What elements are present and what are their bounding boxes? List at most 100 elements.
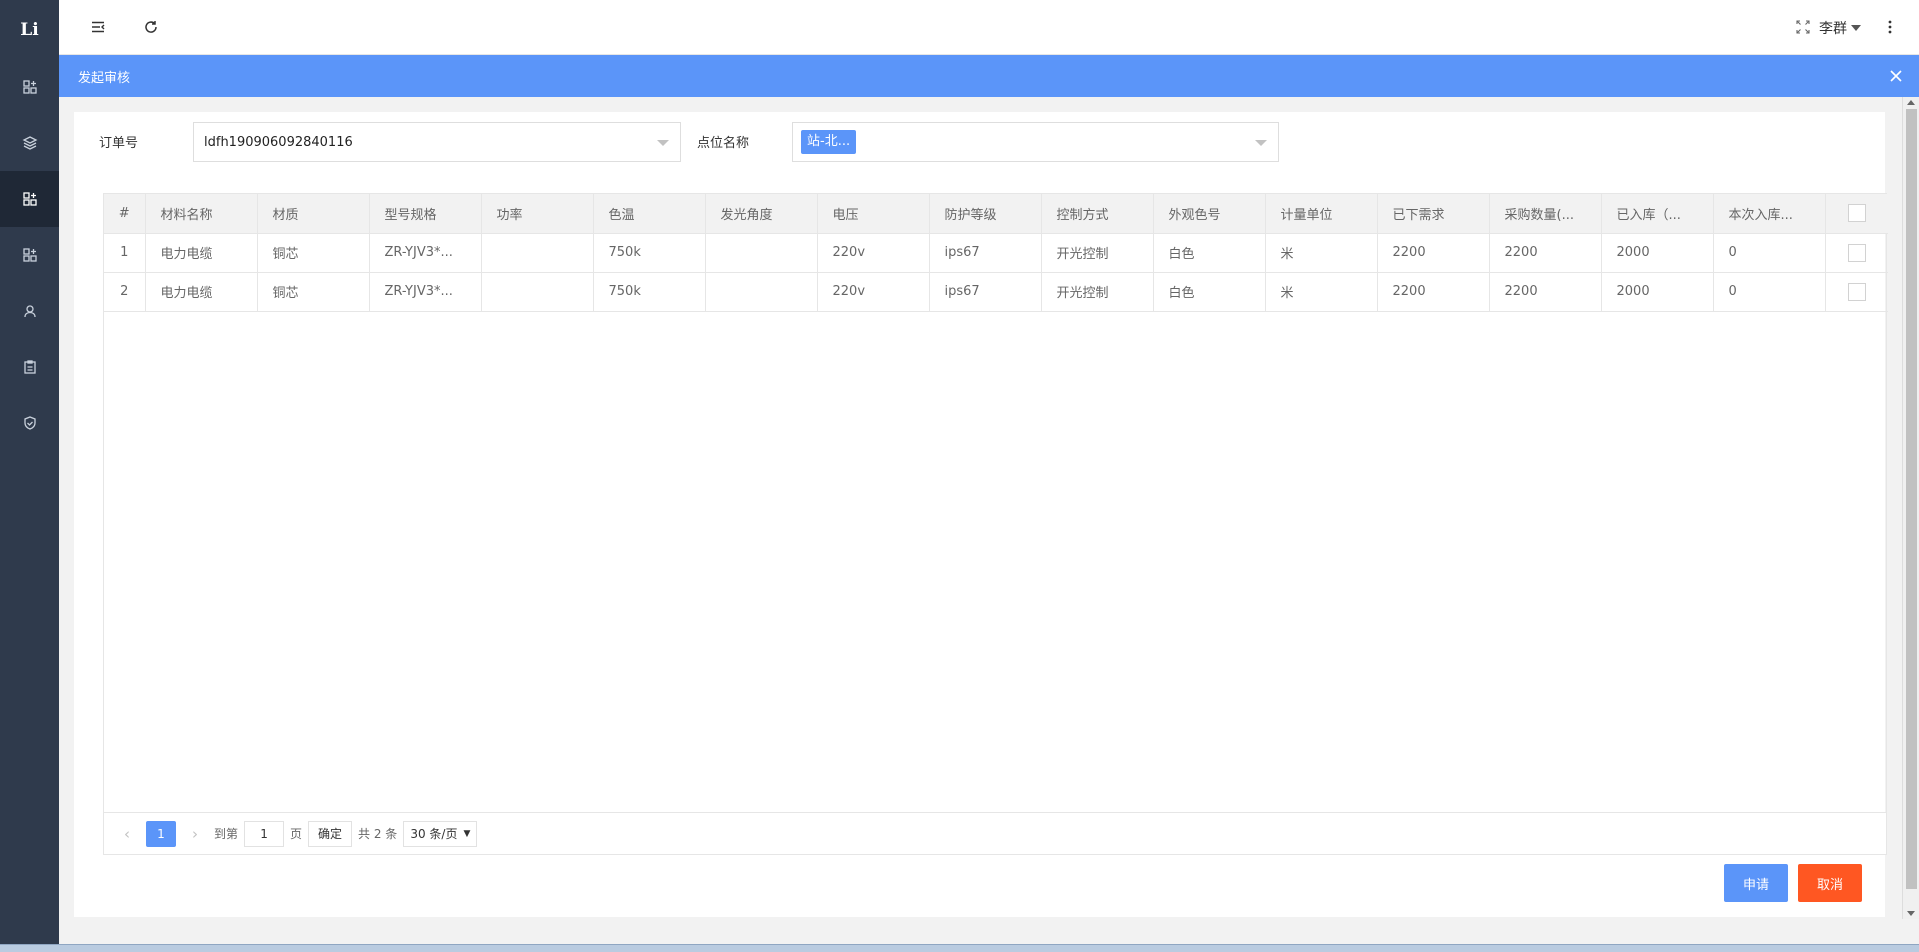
sidebar-item-4[interactable]: [0, 227, 59, 283]
scroll-up-icon[interactable]: [1907, 100, 1915, 105]
goto-confirm-button[interactable]: 确定: [308, 820, 353, 847]
cancel-button[interactable]: 取消: [1798, 864, 1862, 902]
chevron-down-icon: [1851, 25, 1861, 31]
vertical-scrollbar[interactable]: [1902, 97, 1919, 919]
apps-add-icon: [22, 248, 37, 262]
sidebar-item-3[interactable]: [0, 171, 59, 227]
shield-icon: [23, 416, 36, 430]
table-cell: [481, 272, 594, 312]
col-header[interactable]: 材质: [257, 194, 370, 234]
chevron-right-icon[interactable]: ›: [182, 821, 208, 847]
scroll-thumb[interactable]: [1906, 109, 1917, 889]
table-cell: ZR-YJV3*...: [369, 233, 482, 273]
sidebar-item-1[interactable]: [0, 59, 59, 115]
col-header[interactable]: 控制方式: [1041, 194, 1154, 234]
col-header[interactable]: 发光角度: [705, 194, 818, 234]
table-cell: 750k: [593, 233, 706, 273]
site-name-label: 点位名称: [697, 136, 750, 151]
close-icon[interactable]: [1887, 67, 1905, 85]
sidebar-item-5[interactable]: [0, 283, 59, 339]
table-cell: 2200: [1489, 233, 1602, 273]
goto-label: 到第: [214, 827, 239, 841]
col-header[interactable]: 已下需求: [1377, 194, 1490, 234]
page-current[interactable]: 1: [146, 820, 176, 847]
modal-title-bar: 发起审核: [59, 55, 1919, 97]
order-number-select[interactable]: ldfh190906092840116: [193, 122, 681, 162]
sidebar-item-6[interactable]: [0, 339, 59, 395]
select-all-checkbox[interactable]: [1847, 204, 1866, 223]
table-cell: 1: [104, 233, 146, 273]
table-cell: 铜芯: [257, 233, 370, 273]
user-icon: [23, 305, 36, 318]
table-cell: 铜芯: [257, 272, 370, 312]
apps-add-icon: [22, 192, 37, 206]
col-header[interactable]: 功率: [481, 194, 594, 234]
pagination: ‹ 1 › 到第 页 确定 共 2 条 30 条/页 ▼: [104, 812, 1886, 854]
apps-icon: [22, 80, 37, 94]
caret-down-icon: ▼: [463, 828, 471, 839]
row-checkbox[interactable]: [1847, 243, 1866, 262]
site-tag[interactable]: 站-北...: [801, 130, 857, 154]
page-size-value: 30 条/页: [410, 827, 458, 841]
col-header[interactable]: 防护等级: [929, 194, 1042, 234]
col-header[interactable]: 型号规格: [369, 194, 482, 234]
menu-toggle-button[interactable]: [86, 15, 110, 39]
table-cell: 2200: [1377, 272, 1490, 312]
form-panel: 订单号 ldfh190906092840116 点位名称 站-北... # 材料…: [74, 112, 1888, 917]
chevron-left-icon[interactable]: ‹: [114, 821, 140, 847]
table-cell: 2000: [1601, 233, 1714, 273]
order-number-label: 订单号: [99, 136, 139, 151]
layers-icon: [22, 136, 37, 150]
top-header: 李群: [59, 0, 1919, 55]
table-cell: [481, 233, 594, 273]
table-cell: 220v: [817, 233, 930, 273]
row-select-cell: [1825, 272, 1888, 312]
sidebar-item-2[interactable]: [0, 115, 59, 171]
table-cell: 米: [1265, 272, 1378, 312]
goto-page-input[interactable]: [244, 820, 285, 847]
table-cell: ips67: [929, 233, 1042, 273]
fullscreen-button[interactable]: [1791, 15, 1815, 39]
table-cell: ZR-YJV3*...: [369, 272, 482, 312]
table-cell: [705, 272, 818, 312]
row-checkbox[interactable]: [1847, 282, 1866, 301]
page-size-select[interactable]: 30 条/页 ▼: [403, 820, 478, 847]
sidebar-item-7[interactable]: [0, 395, 59, 451]
refresh-icon: [145, 21, 157, 33]
table-cell: 750k: [593, 272, 706, 312]
more-button[interactable]: [1878, 15, 1902, 39]
table-cell: 2200: [1489, 272, 1602, 312]
user-menu[interactable]: 李群: [1819, 18, 1861, 38]
table-cell: 电力电缆: [145, 233, 258, 273]
clipboard-icon: [23, 360, 36, 374]
col-header[interactable]: 计量单位: [1265, 194, 1378, 234]
col-header[interactable]: 材料名称: [145, 194, 258, 234]
modal-title: 发起审核: [78, 70, 131, 86]
table-cell: 2: [104, 272, 146, 312]
col-header[interactable]: 采购数量(...: [1489, 194, 1602, 234]
table-cell: 开光控制: [1041, 272, 1154, 312]
table-cell: 220v: [817, 272, 930, 312]
modal-content: 订单号 ldfh190906092840116 点位名称 站-北... # 材料…: [59, 97, 1919, 952]
os-taskbar: [0, 944, 1919, 952]
table-header-row: # 材料名称 材质 型号规格 功率 色温 发光角度 电压 防护等级 控制方式 外…: [104, 194, 1888, 234]
scroll-down-icon[interactable]: [1907, 911, 1915, 916]
materials-table: # 材料名称 材质 型号规格 功率 色温 发光角度 电压 防护等级 控制方式 外…: [103, 193, 1888, 855]
page-unit-label: 页: [290, 827, 303, 841]
app-logo[interactable]: Li: [0, 0, 59, 59]
table-cell: 0: [1713, 272, 1826, 312]
table-cell: [705, 233, 818, 273]
refresh-button[interactable]: [139, 15, 163, 39]
table-cell: 0: [1713, 233, 1826, 273]
col-header[interactable]: 本次入库...: [1713, 194, 1826, 234]
apply-button[interactable]: 申请: [1724, 864, 1788, 902]
table-row[interactable]: 1 电力电缆 铜芯 ZR-YJV3*... 750k 220v ips67 开光…: [104, 233, 1888, 273]
col-header[interactable]: 外观色号: [1153, 194, 1266, 234]
site-name-select[interactable]: 站-北...: [792, 122, 1279, 162]
col-header[interactable]: 电压: [817, 194, 930, 234]
table-row[interactable]: 2 电力电缆 铜芯 ZR-YJV3*... 750k 220v ips67 开光…: [104, 272, 1888, 312]
table-cell: 白色: [1153, 272, 1266, 312]
col-header[interactable]: 色温: [593, 194, 706, 234]
table-cell: 电力电缆: [145, 272, 258, 312]
col-header[interactable]: 已入库（...: [1601, 194, 1714, 234]
